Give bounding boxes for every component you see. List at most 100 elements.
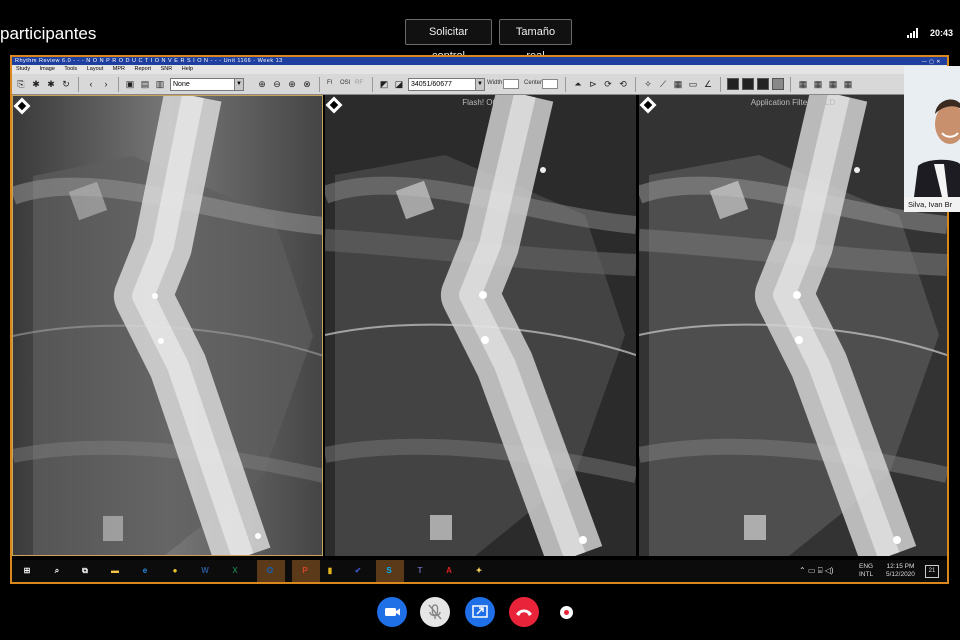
layout-1-icon[interactable] <box>727 78 739 90</box>
menu-study[interactable]: Study <box>16 66 30 72</box>
acrobat-icon[interactable]: A <box>442 564 456 578</box>
microphone-button[interactable] <box>420 597 450 627</box>
teams-icon[interactable]: T <box>413 564 427 578</box>
language-indicator[interactable]: ENG INTL <box>859 563 873 579</box>
notifications-icon[interactable]: 21 <box>925 565 939 578</box>
record-button[interactable] <box>560 606 573 619</box>
taskbar-date: 5/12/2020 <box>886 571 915 578</box>
layout-3-icon[interactable] <box>757 78 769 90</box>
task-view-icon[interactable]: ⧉ <box>78 564 92 578</box>
grid-layout-2-icon[interactable]: ▦ <box>812 78 824 90</box>
word-icon[interactable]: W <box>198 564 212 578</box>
share-screen-button[interactable] <box>465 597 495 627</box>
zoom-fit-icon[interactable]: ⊕ <box>286 78 298 90</box>
taskbar-time: 12:15 PM <box>886 563 915 570</box>
layout-4-icon[interactable] <box>772 78 784 90</box>
window-level-select[interactable]: 34051/60677 ▼ <box>408 78 485 91</box>
window-level-value: 34051/60677 <box>411 81 452 88</box>
zoom-out-icon[interactable]: ⊖ <box>271 78 283 90</box>
pointer-icon[interactable]: ✧ <box>642 78 654 90</box>
system-tray-icons[interactable]: ⌃ ▭ ⌸ ◁) <box>799 567 834 575</box>
outlook-icon[interactable]: O <box>263 564 277 578</box>
app-icon-check[interactable]: ✔ <box>351 564 365 578</box>
hang-up-button[interactable] <box>509 597 539 627</box>
app-icon-yellow[interactable]: ▮ <box>323 564 337 578</box>
xray-image <box>13 96 322 555</box>
refresh-icon[interactable]: ↻ <box>60 78 72 90</box>
chevron-down-icon[interactable]: ▼ <box>234 79 243 90</box>
windows-start-icon[interactable]: ⊞ <box>20 564 34 578</box>
toolbar-divider <box>565 77 566 92</box>
actual-size-button[interactable]: Tamaño real <box>499 19 572 62</box>
menu-report[interactable]: Report <box>135 66 152 72</box>
layout-2-icon[interactable] <box>742 78 754 90</box>
grid-layout-3-icon[interactable]: ▦ <box>827 78 839 90</box>
rotate-alt-icon[interactable]: ⟲ <box>617 78 629 90</box>
xray-panel-original[interactable] <box>12 95 323 556</box>
windows-taskbar: ⊞ ⌕ ⧉ ▬ e ● W X O P ▮ ✔ S T A ✦ ⌃ ▭ ⌸ ◁) ENG INTL 12:15… <box>12 560 947 582</box>
measure-icon[interactable]: ⟋ <box>657 78 669 90</box>
rf-button[interactable]: RF <box>355 80 363 86</box>
taskbar-clock[interactable]: 12:15 PM 5/12/2020 <box>886 563 915 579</box>
center-field[interactable] <box>542 79 558 89</box>
image-tool-3-icon[interactable]: ▥ <box>154 78 166 90</box>
width-field[interactable] <box>503 79 519 89</box>
next-icon[interactable]: › <box>100 78 112 90</box>
skype-icon[interactable]: S <box>382 564 396 578</box>
grid-layout-icon[interactable]: ▦ <box>797 78 809 90</box>
image-tool-2-icon[interactable]: ▤ <box>139 78 151 90</box>
filter-select[interactable]: None ▼ <box>170 78 244 91</box>
share-screen-icon <box>472 605 488 618</box>
menu-layout[interactable]: Layout <box>87 66 104 72</box>
osi-button[interactable]: OSI <box>340 80 350 86</box>
file-explorer-icon[interactable]: ▬ <box>108 564 122 578</box>
settings-gear-alt-icon[interactable]: ✱ <box>45 78 57 90</box>
language-bottom: INTL <box>859 571 874 578</box>
window-level-auto-icon[interactable]: ◪ <box>393 78 405 90</box>
menu-mpr[interactable]: MPR <box>113 66 125 72</box>
xray-panel-flash[interactable]: Flash! OG <box>325 95 636 556</box>
menu-tools[interactable]: Tools <box>64 66 77 72</box>
settings-gear-icon[interactable]: ✱ <box>30 78 42 90</box>
flip-vertical-icon[interactable]: ⏶ <box>572 78 584 90</box>
status-clock: 20:43 <box>930 28 954 38</box>
menu-snr[interactable]: SNR <box>161 66 173 72</box>
excel-icon[interactable]: X <box>228 564 242 578</box>
camera-button[interactable] <box>377 597 407 627</box>
powerpoint-icon[interactable]: P <box>298 564 312 578</box>
rotate-icon[interactable]: ⟳ <box>602 78 614 90</box>
app-title-bar: Rhythm Review 6.0 - - - N O N P R O D U … <box>12 57 947 65</box>
language-top: ENG <box>859 563 874 570</box>
participant-video-tile[interactable]: Silva, Ivan Br <box>904 66 960 212</box>
xray-panel-weld-filter[interactable]: Application Filter WELD <box>639 95 947 556</box>
ruler-icon[interactable]: ▭ <box>687 78 699 90</box>
grid-layout-4-icon[interactable]: ▦ <box>842 78 854 90</box>
toolbar-divider <box>118 77 119 92</box>
zoom-actual-icon[interactable]: ⊗ <box>301 78 313 90</box>
edge-icon[interactable]: e <box>138 564 152 578</box>
toolbar-divider <box>635 77 636 92</box>
window-level-icon[interactable]: ◩ <box>378 78 390 90</box>
lightbulb-icon[interactable]: ✦ <box>472 564 486 578</box>
menu-help[interactable]: Help <box>182 66 193 72</box>
flip-horizontal-icon[interactable]: ⊳ <box>587 78 599 90</box>
previous-icon[interactable]: ‹ <box>85 78 97 90</box>
menu-image[interactable]: Image <box>40 66 55 72</box>
profile-icon[interactable]: ▦ <box>672 78 684 90</box>
request-control-button[interactable]: Solicitar control <box>405 19 492 62</box>
toolbar-divider <box>372 77 373 92</box>
zoom-in-icon[interactable]: ⊕ <box>256 78 268 90</box>
app-title: Rhythm Review 6.0 - - - N O N P R O D U … <box>15 58 283 64</box>
panel-label: Application Filter WELD <box>750 98 836 107</box>
signal-strength-icon <box>907 28 919 38</box>
fi-button[interactable]: FI <box>327 80 332 86</box>
angle-icon[interactable]: ∠ <box>702 78 714 90</box>
chevron-down-icon[interactable]: ▼ <box>475 79 484 90</box>
filter-select-value: None <box>173 81 190 88</box>
open-study-icon[interactable]: ⎘ <box>15 78 27 90</box>
image-tool-icon[interactable]: ▣ <box>124 78 136 90</box>
shared-screen[interactable]: Rhythm Review 6.0 - - - N O N P R O D U … <box>10 55 949 584</box>
chrome-icon[interactable]: ● <box>168 564 182 578</box>
search-icon[interactable]: ⌕ <box>50 564 64 578</box>
notifications-count: 21 <box>928 568 936 574</box>
